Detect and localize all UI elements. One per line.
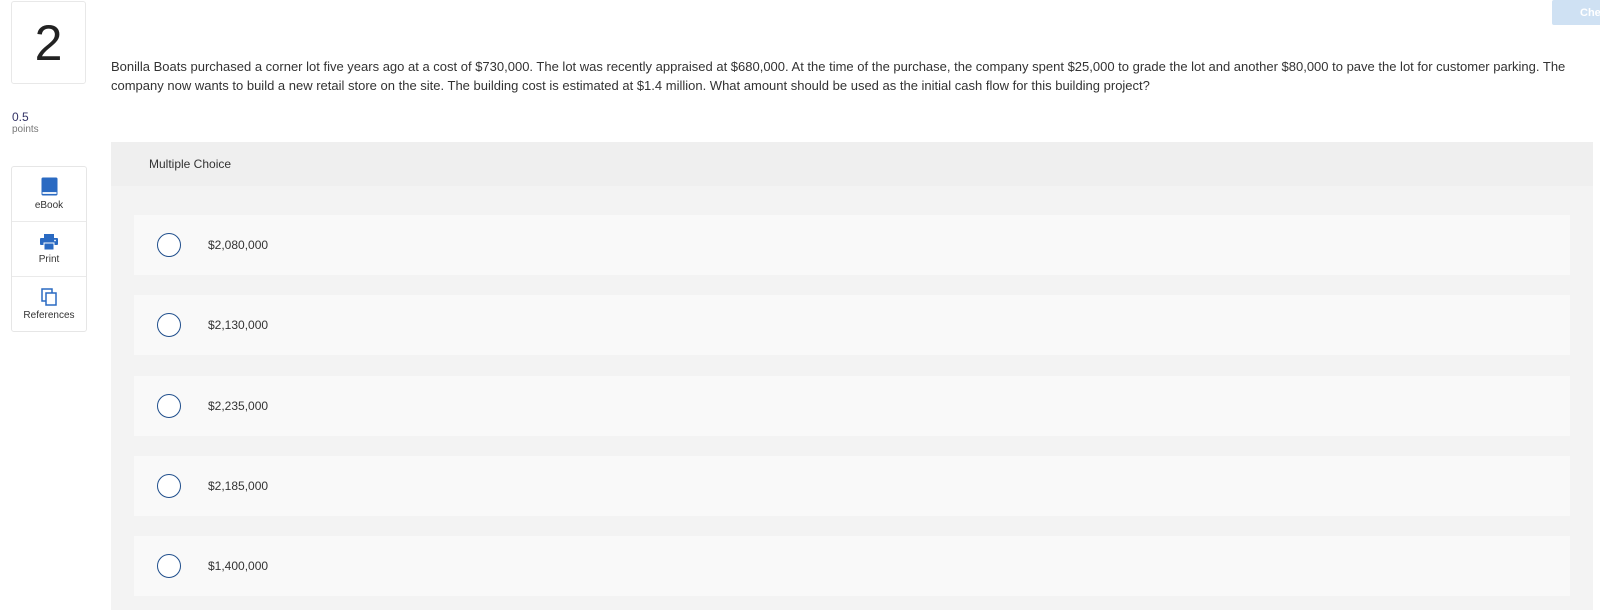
points-label: points [12, 124, 39, 136]
choice-label: $2,235,000 [208, 399, 269, 413]
answer-panel: Multiple Choice $2,080,000 $2,130,000 $2… [111, 142, 1593, 610]
answer-choice[interactable]: $1,400,000 [134, 536, 1570, 596]
print-label: Print [38, 253, 60, 265]
printer-icon [40, 233, 58, 250]
radio-button[interactable] [157, 313, 181, 337]
question-text: Bonilla Boats purchased a corner lot fiv… [111, 59, 1566, 93]
choice-label: $2,130,000 [208, 318, 269, 332]
answer-choice[interactable]: $2,080,000 [134, 215, 1570, 275]
choice-label: $1,400,000 [208, 559, 269, 573]
answer-type-label: Multiple Choice [111, 142, 1593, 186]
choice-label: $2,080,000 [208, 238, 269, 252]
points-indicator: 0.5 points [12, 110, 39, 136]
answer-choice[interactable]: $2,185,000 [134, 456, 1570, 516]
question-number: 2 [11, 1, 86, 84]
references-label: References [23, 309, 75, 321]
tools-panel: eBook Print References [11, 166, 87, 332]
radio-button[interactable] [157, 554, 181, 578]
choice-label: $2,185,000 [208, 479, 269, 493]
radio-button[interactable] [157, 474, 181, 498]
answer-choice[interactable]: $2,235,000 [134, 376, 1570, 436]
book-icon [41, 177, 58, 196]
points-value: 0.5 [12, 110, 29, 124]
ebook-button[interactable]: eBook [12, 167, 86, 222]
references-button[interactable]: References [12, 277, 86, 331]
answer-choice[interactable]: $2,130,000 [134, 295, 1570, 355]
question-page: 2 0.5 points eBook Print References Boni… [0, 0, 1600, 610]
radio-button[interactable] [157, 394, 181, 418]
check-button[interactable]: Check [1552, 0, 1600, 25]
ebook-label: eBook [34, 200, 64, 211]
radio-button[interactable] [157, 233, 181, 257]
print-button[interactable]: Print [12, 222, 86, 277]
copy-icon [41, 287, 57, 306]
